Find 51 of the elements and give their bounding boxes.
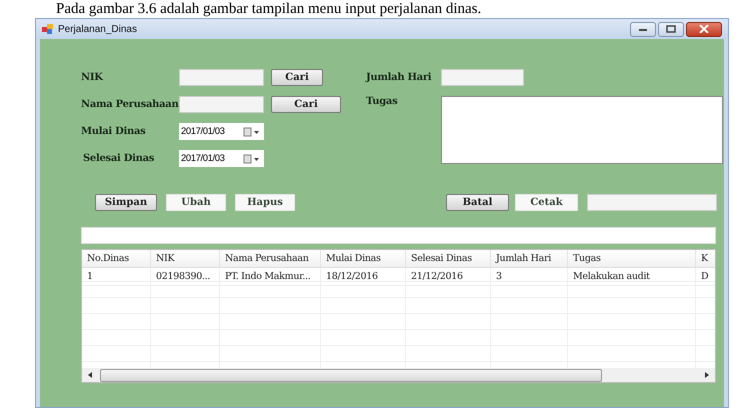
action-button[interactable]: Hapus xyxy=(235,194,295,211)
calendar-dropdown-icon xyxy=(243,126,261,136)
date-picker[interactable]: 2017/01/03 xyxy=(179,123,264,140)
scroll-thumb[interactable] xyxy=(100,368,602,382)
search-field[interactable] xyxy=(81,227,716,244)
calendar-dropdown-icon xyxy=(243,154,261,164)
minimize-icon xyxy=(638,26,648,32)
caption-text: Pada gambar 3.6 adalah gambar tampilan menu input perjalanan dinas. xyxy=(55,0,482,18)
action-button[interactable]: Cetak xyxy=(515,194,578,211)
action-button[interactable]: Ubah xyxy=(166,194,226,211)
action-button[interactable]: Simpan xyxy=(95,194,157,211)
company-field[interactable] xyxy=(179,96,264,113)
days-field[interactable] xyxy=(441,69,524,86)
column-header[interactable]: NIK xyxy=(151,250,220,268)
column-header[interactable]: Selesai Dinas xyxy=(406,250,491,268)
horizontal-scrollbar[interactable] xyxy=(82,368,715,382)
task-label: Tugas xyxy=(366,96,398,107)
app-icon xyxy=(42,23,54,35)
close-button[interactable] xyxy=(686,22,722,36)
window-title: Perjalanan_Dinas xyxy=(58,24,138,34)
nik-label: NIK xyxy=(81,72,104,83)
column-header[interactable]: Tugas xyxy=(568,250,696,268)
company-label: Nama Perusahaan xyxy=(81,99,179,110)
column-header[interactable]: Mulai Dinas xyxy=(321,250,406,268)
column-header[interactable]: Jumlah Hari xyxy=(491,250,568,268)
date-picker[interactable]: 2017/01/03 xyxy=(179,150,264,167)
table-cell: PT. Indo Makmur... xyxy=(220,268,321,286)
start-date-label: Mulai Dinas xyxy=(81,126,146,137)
nik-field[interactable] xyxy=(179,69,264,86)
scroll-right-icon xyxy=(703,371,711,379)
text-field[interactable] xyxy=(587,194,717,211)
table-cell: 1 xyxy=(82,268,151,286)
table-cell: D xyxy=(696,268,715,286)
end-date-label: Selesai Dinas xyxy=(82,153,156,164)
minimize-button[interactable] xyxy=(630,22,656,36)
maximize-button[interactable] xyxy=(658,22,684,36)
maximize-icon xyxy=(666,25,676,33)
table-cell: 02198390... xyxy=(151,268,220,286)
column-header[interactable]: No.Dinas xyxy=(82,250,151,268)
days-label: Jumlah Hari xyxy=(366,72,432,83)
table-cell: 3 xyxy=(491,268,568,286)
close-icon xyxy=(699,25,709,33)
scroll-left-icon xyxy=(86,371,94,379)
action-button[interactable]: Batal xyxy=(446,194,509,211)
table-cell: 18/12/2016 xyxy=(321,268,406,286)
search-button[interactable]: Cari xyxy=(271,69,323,86)
column-header[interactable]: Nama Perusahaan xyxy=(220,250,321,268)
task-field[interactable] xyxy=(441,96,723,164)
search-button[interactable]: Cari xyxy=(271,96,341,113)
table-cell: Melakukan audit xyxy=(568,268,696,286)
table-cell: 21/12/2016 xyxy=(406,268,491,286)
